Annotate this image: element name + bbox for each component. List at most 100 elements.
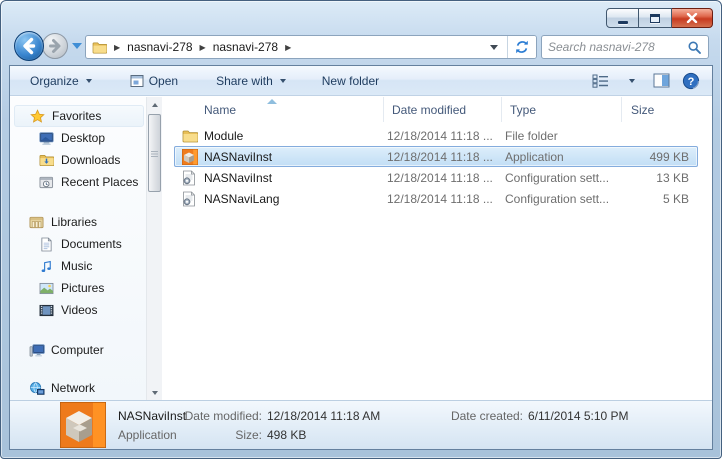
chevron-down-icon	[85, 78, 92, 83]
back-arrow-icon	[23, 37, 36, 55]
sidebar-item-music[interactable]: Music	[10, 255, 146, 277]
search-placeholder: Search nasnavi-278	[548, 40, 655, 54]
close-icon	[686, 13, 698, 23]
organize-label: Organize	[30, 73, 79, 88]
open-app-icon	[130, 74, 144, 87]
scroll-down-icon	[151, 390, 158, 395]
file-list: Name Date modified Type Size Module 12/1…	[162, 97, 712, 400]
sidebar-item-label: Downloads	[61, 153, 121, 167]
breadcrumb-separator[interactable]: ▶	[285, 43, 291, 52]
titlebar[interactable]	[1, 1, 721, 31]
sidebar-scrollbar[interactable]	[146, 97, 162, 400]
date-created-label: Date created:	[450, 409, 523, 423]
minimize-button[interactable]	[606, 8, 639, 28]
recent-pages-chevron[interactable]	[72, 43, 82, 49]
date-modified-label: Date modified:	[184, 409, 262, 423]
search-input[interactable]: Search nasnavi-278	[541, 35, 709, 59]
file-size: 499 KB	[649, 149, 689, 164]
breadcrumb-separator[interactable]: ▶	[200, 43, 206, 52]
file-type: File folder	[505, 128, 558, 143]
document-icon	[38, 236, 55, 252]
address-bar: ▶ nasnavi-278 ▶ nasnavi-278 ▶	[85, 35, 537, 59]
address-dropdown-button[interactable]	[485, 45, 503, 50]
list-view-icon	[592, 74, 608, 88]
details-text: NASNaviInst Date modified: 12/18/2014 11…	[118, 407, 629, 445]
pictures-icon	[38, 280, 55, 296]
column-header-name[interactable]: Name	[162, 97, 384, 122]
sidebar-item-computer[interactable]: Computer	[10, 339, 146, 361]
close-button[interactable]	[672, 8, 713, 28]
forward-button[interactable]	[42, 33, 68, 59]
new-folder-button[interactable]: New folder	[314, 69, 387, 93]
sidebar-item-libraries[interactable]: Libraries	[10, 211, 146, 233]
file-row-nasnaviinst-ini[interactable]: NASNaviInst 12/18/2014 11:18 ... Configu…	[174, 167, 698, 188]
size-label: Size:	[235, 428, 262, 442]
breadcrumb[interactable]: ▶ nasnavi-278 ▶ nasnavi-278 ▶	[86, 36, 507, 58]
file-size: 5 KB	[662, 191, 689, 206]
breadcrumb-item[interactable]: nasnavi-278	[213, 40, 278, 54]
content-area: Favorites Desktop Downloads Recent Place…	[10, 97, 712, 400]
organize-button[interactable]: Organize	[22, 69, 100, 93]
refresh-icon	[516, 40, 528, 54]
sidebar-item-downloads[interactable]: Downloads	[10, 149, 146, 171]
help-button[interactable]: ?	[680, 70, 702, 92]
size-value: 498 KB	[267, 428, 307, 442]
scroll-up-button[interactable]	[147, 97, 162, 112]
config-file-icon	[182, 170, 199, 186]
sidebar-item-label: Computer	[51, 343, 104, 357]
file-row-module[interactable]: Module 12/18/2014 11:18 ... File folder	[174, 125, 698, 146]
window-controls	[606, 8, 713, 28]
maximize-button[interactable]	[639, 8, 672, 28]
preview-pane-icon	[653, 73, 669, 88]
music-note-icon	[38, 258, 55, 274]
share-with-button[interactable]: Share with	[208, 69, 294, 93]
breadcrumb-item[interactable]: nasnavi-278	[127, 40, 192, 54]
sidebar-item-desktop[interactable]: Desktop	[10, 127, 146, 149]
file-row-nasnavilang-ini[interactable]: NASNaviLang 12/18/2014 11:18 ... Configu…	[174, 188, 698, 209]
search-icon[interactable]	[687, 40, 702, 55]
file-type: Configuration sett...	[505, 191, 610, 206]
computer-icon	[28, 342, 45, 358]
back-button[interactable]	[14, 31, 44, 61]
minimize-icon	[617, 20, 628, 24]
scrollbar-grip	[151, 151, 159, 157]
sidebar-item-recent-places[interactable]: Recent Places	[10, 171, 146, 193]
folder-icon	[92, 41, 107, 53]
sidebar-item-documents[interactable]: Documents	[10, 233, 146, 255]
scrollbar-thumb[interactable]	[148, 114, 162, 192]
share-with-label: Share with	[216, 73, 273, 88]
change-view-button[interactable]	[590, 70, 612, 92]
open-button[interactable]: Open	[122, 69, 186, 93]
column-header-size[interactable]: Size	[622, 97, 712, 122]
refresh-button[interactable]	[507, 36, 536, 58]
column-label: Type	[510, 102, 537, 117]
file-size: 13 KB	[656, 170, 689, 185]
sidebar-item-label: Pictures	[61, 281, 105, 295]
sidebar-item-pictures[interactable]: Pictures	[10, 277, 146, 299]
star-icon	[29, 108, 46, 124]
file-row-nasnaviinst-exe[interactable]: NASNaviInst 12/18/2014 11:18 ... Applica…	[174, 146, 698, 167]
column-label: Date modified	[392, 102, 467, 117]
file-name: NASNaviInst	[204, 170, 273, 185]
sidebar-item-network[interactable]: Network	[10, 377, 146, 399]
details-file-type: Application	[118, 428, 177, 442]
sidebar-item-videos[interactable]: Videos	[10, 299, 146, 321]
column-header-type[interactable]: Type	[502, 97, 622, 122]
file-date: 12/18/2014 11:18 ...	[387, 128, 493, 143]
sidebar-item-label: Desktop	[61, 131, 106, 145]
sort-ascending-icon	[267, 99, 277, 104]
column-headers: Name Date modified Type Size	[162, 97, 712, 122]
sidebar-item-favorites[interactable]: Favorites	[14, 105, 145, 127]
file-type: Application	[505, 149, 564, 164]
preview-pane-button[interactable]	[650, 70, 672, 92]
scroll-down-button[interactable]	[147, 385, 162, 400]
installer-icon	[182, 148, 199, 165]
open-label: Open	[148, 73, 179, 88]
sidebar-item-label: Favorites	[52, 109, 102, 123]
network-icon	[28, 380, 45, 396]
view-options-dropdown[interactable]	[620, 70, 642, 92]
column-header-date-modified[interactable]: Date modified	[384, 97, 502, 122]
recent-places-icon	[38, 174, 55, 190]
